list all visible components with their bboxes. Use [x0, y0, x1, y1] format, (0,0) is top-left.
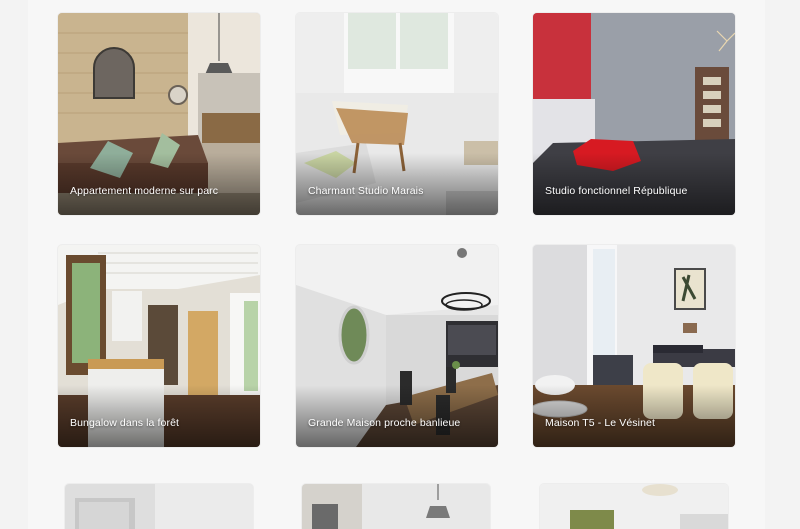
listing-card[interactable]: Bungalow dans la forêt	[58, 245, 260, 447]
listing-photo-partial	[540, 484, 728, 529]
listing-title: Maison T5 - Le Vésinet	[545, 417, 655, 429]
caption-overlay	[533, 153, 735, 215]
listing-title: Appartement moderne sur parc	[70, 185, 219, 197]
caption-overlay	[533, 385, 735, 447]
listing-card[interactable]: Grande Maison proche banlieue	[296, 245, 498, 447]
listing-title: Grande Maison proche banlieue	[308, 417, 461, 429]
caption-overlay	[58, 153, 260, 215]
listing-title: Bungalow dans la forêt	[70, 417, 180, 429]
caption-overlay	[296, 153, 498, 215]
listing-card[interactable]: Charmant Studio Marais	[296, 13, 498, 215]
caption-overlay	[58, 385, 260, 447]
listing-card[interactable]: Appartement moderne sur parc	[58, 13, 260, 215]
listing-card[interactable]	[540, 484, 728, 529]
listing-title: Studio fonctionnel République	[545, 185, 688, 197]
listing-card[interactable]	[65, 484, 253, 529]
listing-photo-partial	[65, 484, 253, 529]
listings-grid: Appartement moderne sur parc Charmant St…	[28, 0, 765, 529]
listing-photo-partial	[302, 484, 490, 529]
listing-card[interactable]: Studio fonctionnel République	[533, 13, 735, 215]
listing-card[interactable]: Maison T5 - Le Vésinet	[533, 245, 735, 447]
listing-title: Charmant Studio Marais	[308, 185, 424, 197]
caption-overlay	[296, 385, 498, 447]
listing-card[interactable]	[302, 484, 490, 529]
